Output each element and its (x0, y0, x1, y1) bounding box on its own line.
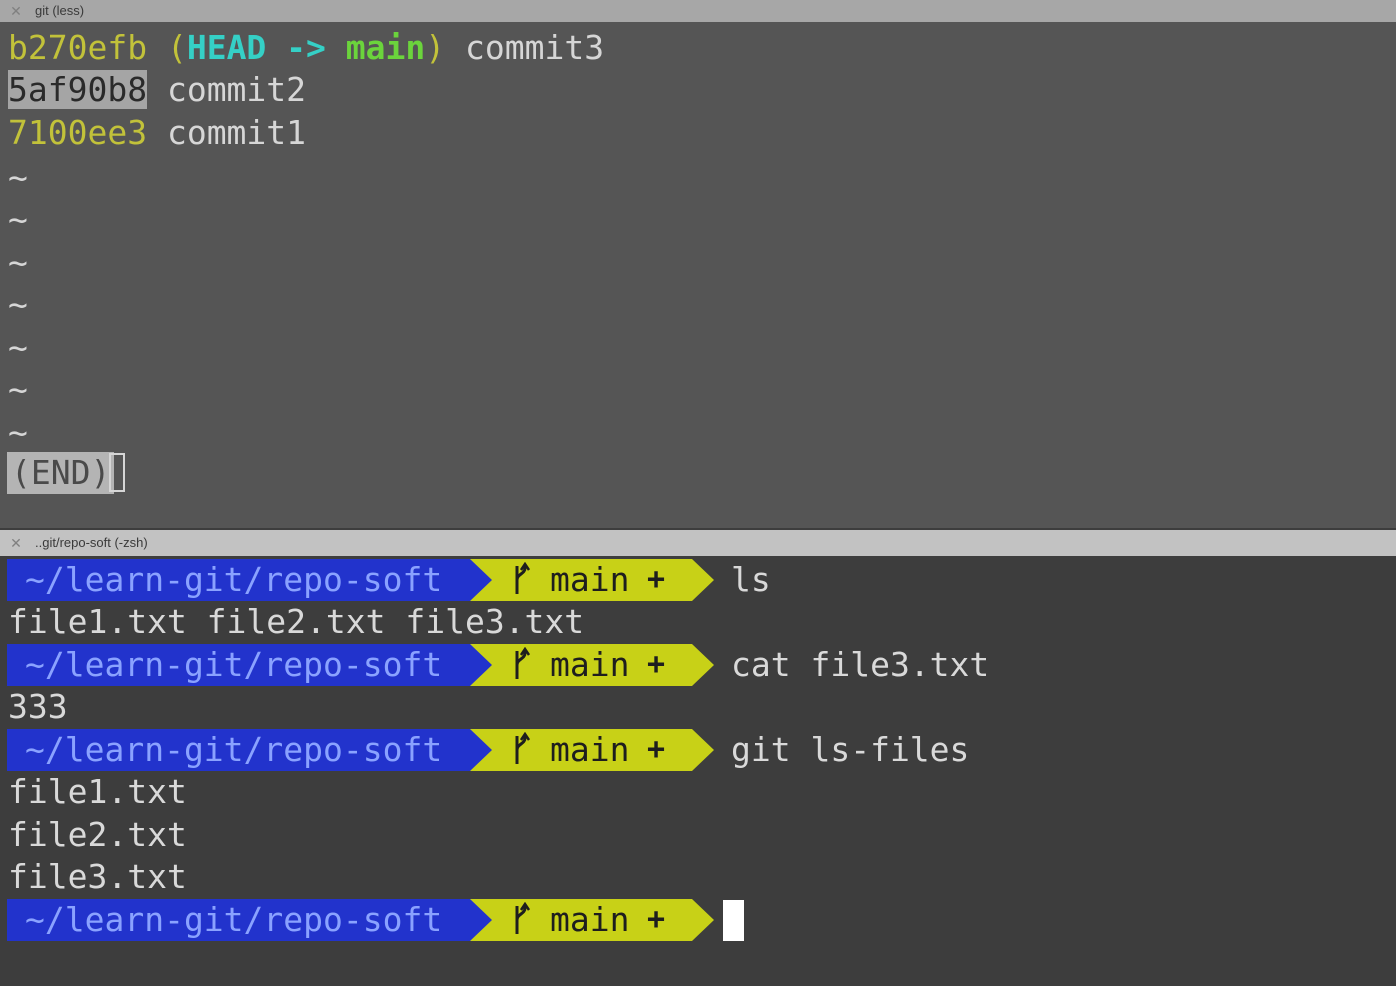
git-branch-icon (515, 647, 531, 679)
pager-tab-title: git (less) (35, 3, 85, 18)
typed-command: ls (731, 560, 771, 599)
commit-message: commit2 (166, 70, 307, 109)
prompt-path: ~/learn-git/repo-soft (7, 899, 470, 941)
prompt-separator (692, 899, 714, 941)
prompt-branch-name: main (550, 730, 630, 769)
prompt-path: ~/learn-git/repo-soft (7, 729, 470, 771)
prompt-separator (692, 644, 714, 686)
prompt-status: + (647, 647, 666, 682)
empty-line-tilde: ~ (8, 243, 28, 282)
pager-end-indicator: (END) (7, 452, 115, 494)
empty-line-tilde: ~ (8, 370, 28, 409)
prompt-separator (470, 559, 492, 601)
git-branch-icon (515, 732, 531, 764)
prompt-status: + (647, 562, 666, 597)
decoration-open: ( (166, 28, 187, 67)
empty-line-tilde: ~ (8, 328, 28, 367)
prompt-branch-name: main (550, 645, 630, 684)
head-ref: HEAD (186, 28, 267, 67)
prompt-branch-name: main (550, 560, 630, 599)
prompt-separator (692, 729, 714, 771)
branch-ref: main (345, 28, 426, 67)
empty-line-tilde: ~ (8, 413, 28, 452)
pager-tab-bar[interactable]: ✕ git (less) (0, 0, 1396, 22)
log-line: 5af90b8 commit2 (8, 70, 306, 110)
command-output: file3.txt (8, 857, 187, 896)
shell-tab-bar[interactable]: ✕ ..git/repo-soft (-zsh) (0, 530, 1396, 556)
close-icon[interactable]: ✕ (9, 530, 23, 556)
commit-hash-highlighted: 5af90b8 (8, 70, 148, 109)
prompt-separator (470, 899, 492, 941)
prompt-path: ~/learn-git/repo-soft (7, 644, 470, 686)
typed-command: git ls-files (731, 730, 970, 769)
empty-line-tilde: ~ (8, 285, 28, 324)
typed-command: cat file3.txt (731, 645, 990, 684)
command-output: file1.txt file2.txt file3.txt (8, 602, 585, 641)
shell-tab-title: ..git/repo-soft (-zsh) (35, 535, 148, 550)
prompt-path: ~/learn-git/repo-soft (7, 559, 470, 601)
pager-pane[interactable]: ✕ git (less) b270efb (HEAD -> main) comm… (0, 0, 1396, 528)
log-line: b270efb (HEAD -> main) commit3 (8, 28, 604, 68)
empty-line-tilde: ~ (8, 158, 28, 197)
commit-message: commit3 (465, 28, 605, 67)
commit-message: commit1 (166, 113, 307, 152)
prompt-separator (692, 559, 714, 601)
command-output: file2.txt (8, 815, 187, 854)
shell-pane[interactable]: ✕ ..git/repo-soft (-zsh) ~/learn-git/rep… (0, 530, 1396, 986)
git-branch-icon (515, 902, 531, 934)
prompt-separator (470, 729, 492, 771)
terminal-cursor[interactable] (723, 900, 744, 941)
git-branch-icon (515, 562, 531, 594)
decoration-close: ) (425, 28, 446, 67)
commit-hash: b270efb (8, 28, 148, 67)
prompt-separator (470, 644, 492, 686)
commit-hash: 7100ee3 (8, 113, 148, 152)
command-output: file1.txt (8, 772, 187, 811)
log-line: 7100ee3 commit1 (8, 113, 306, 153)
command-output: 333 (8, 687, 68, 726)
prompt-status: + (647, 902, 666, 937)
pager-cursor (109, 453, 125, 492)
empty-line-tilde: ~ (8, 200, 28, 239)
close-icon[interactable]: ✕ (9, 0, 23, 22)
ref-arrow: -> (266, 28, 346, 67)
prompt-status: + (647, 732, 666, 767)
prompt-branch-name: main (550, 900, 630, 939)
